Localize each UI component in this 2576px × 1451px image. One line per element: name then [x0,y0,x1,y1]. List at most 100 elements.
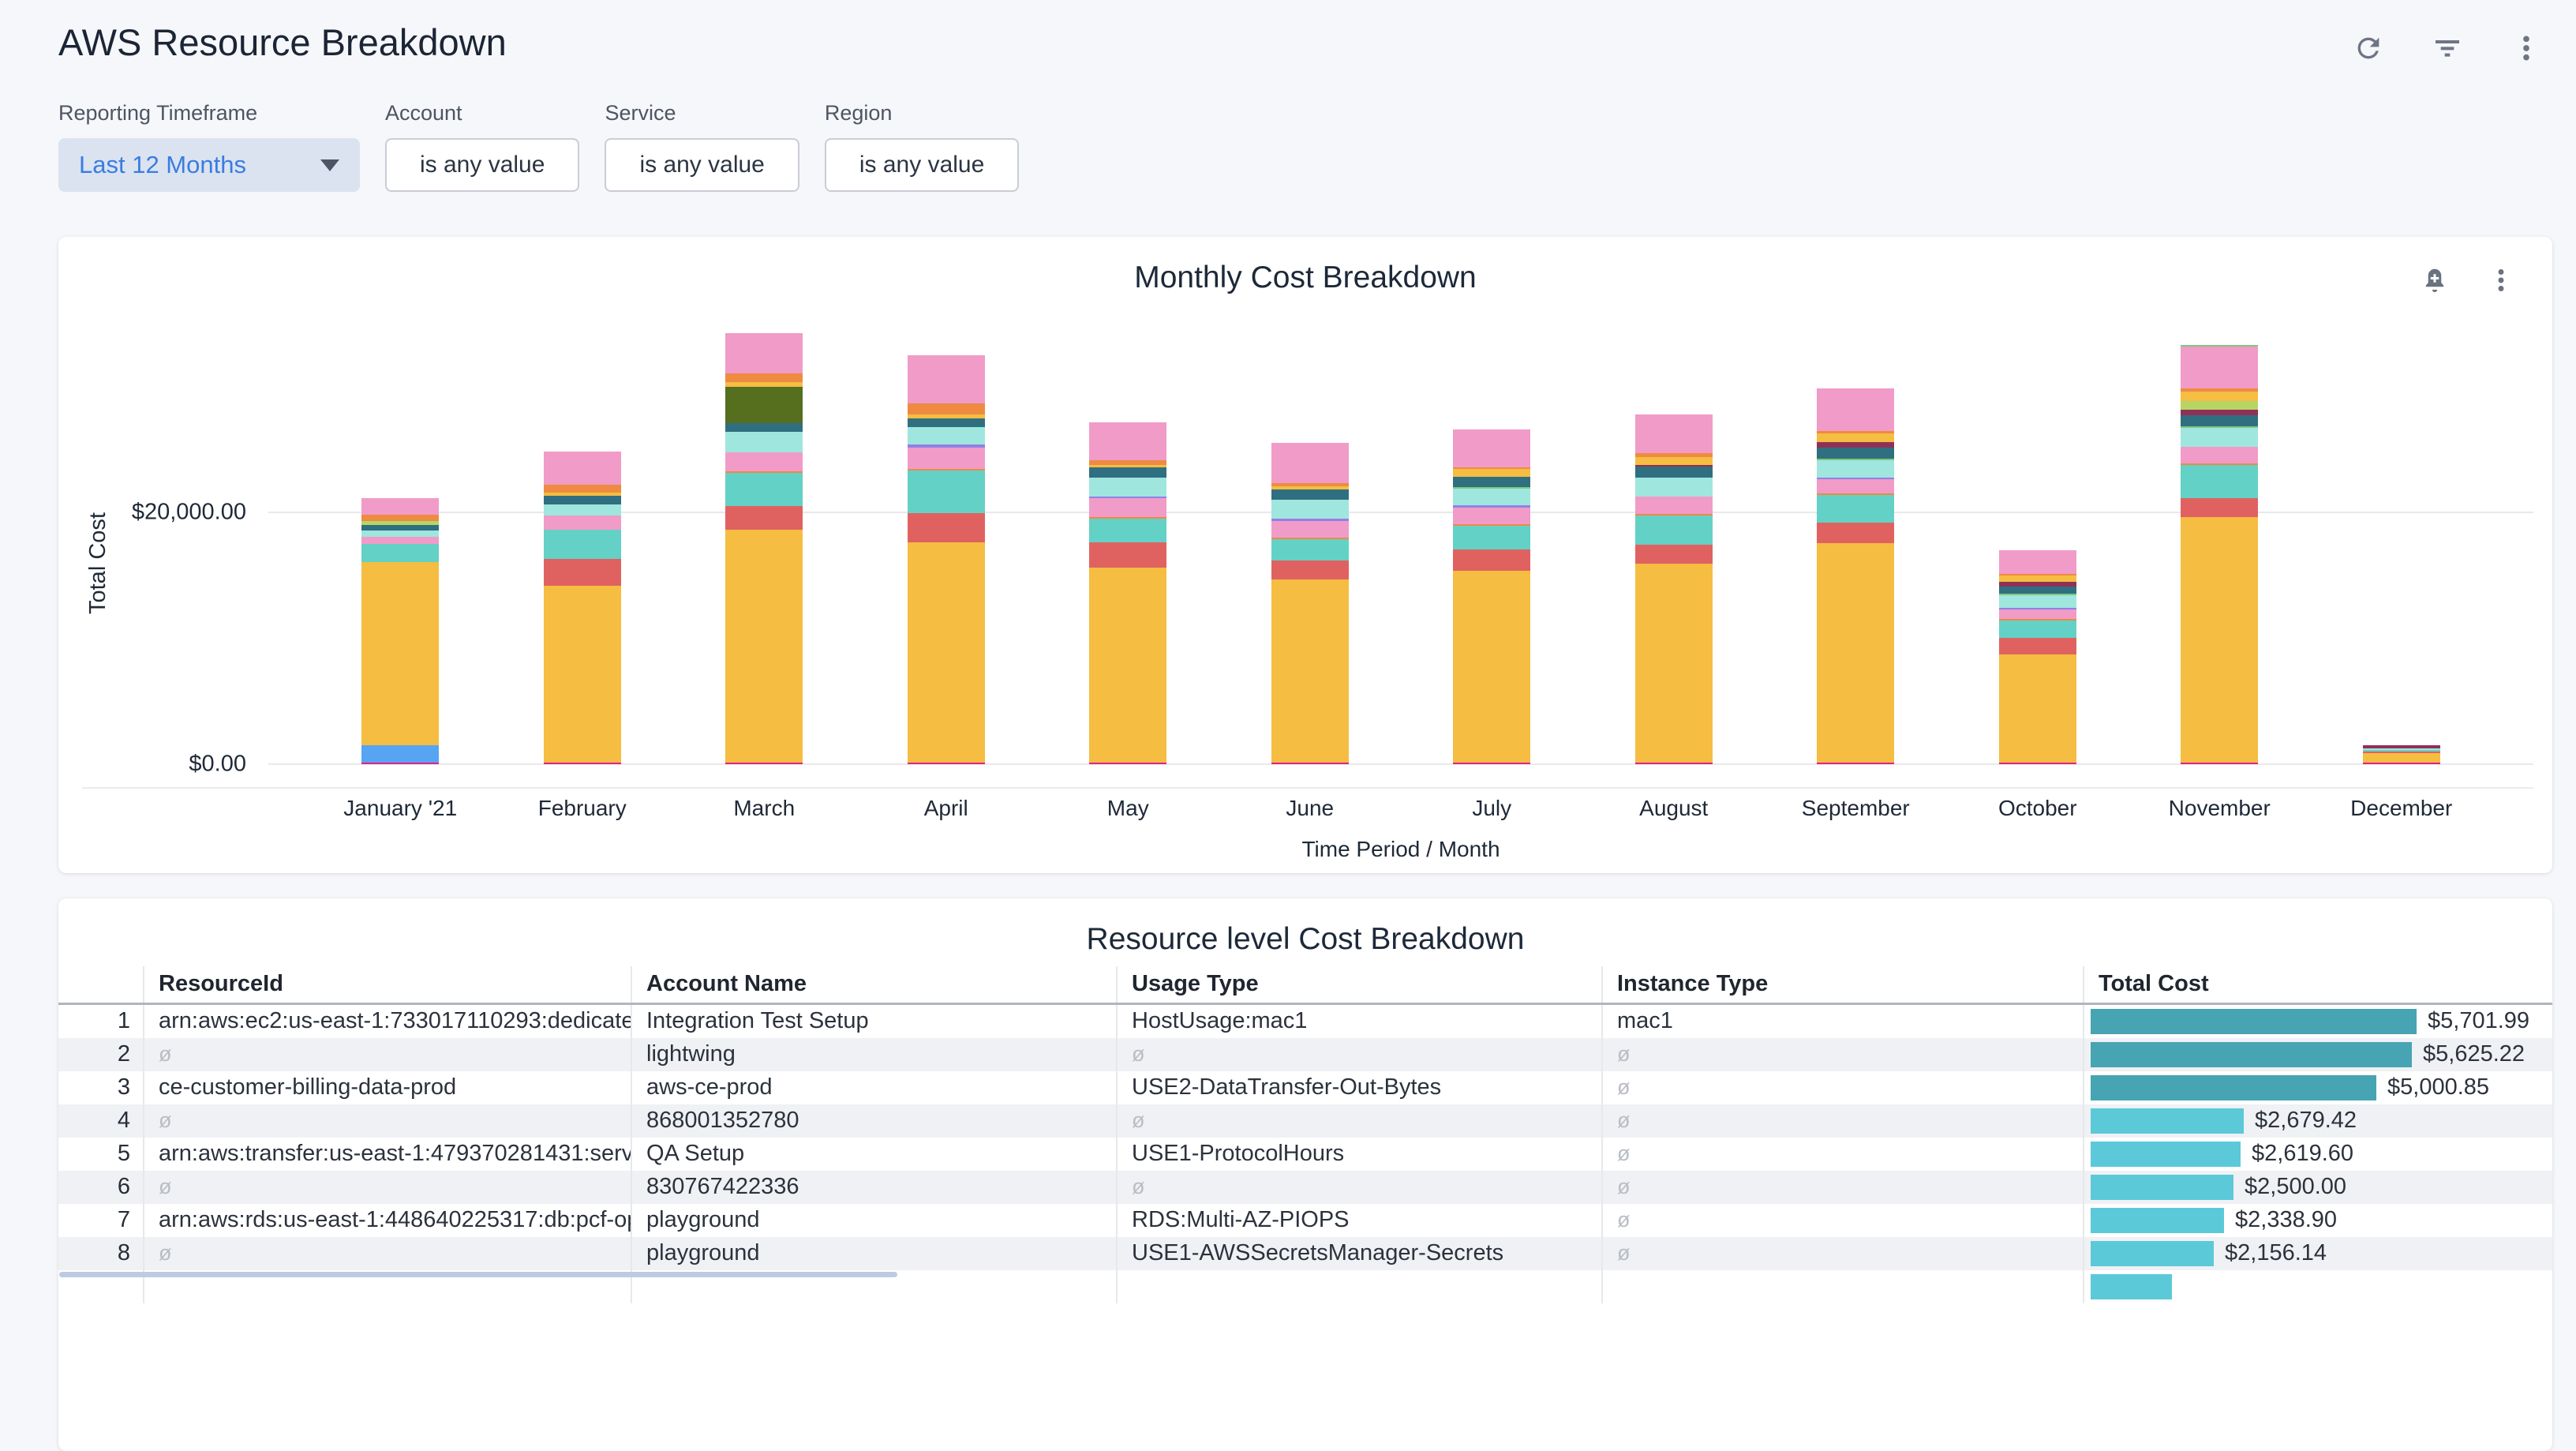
bar-segment-yellow-main[interactable] [908,542,985,763]
bar-segment-cyan[interactable] [1453,489,1530,505]
bar-segment-teal[interactable] [1453,526,1530,549]
bar-segment-yellow-thin[interactable] [1635,457,1713,465]
instance-type-cell[interactable]: ø [1602,1071,2084,1104]
account-name-cell[interactable]: Integration Test Setup [631,1003,1117,1038]
bar-segment-slate[interactable] [1089,467,1166,478]
bar-segment-magenta-base[interactable] [908,763,985,764]
bar-segment-maroon[interactable] [2181,410,2258,415]
bar-segment-red[interactable] [1453,549,1530,571]
instance-type-cell[interactable]: ø [1602,1104,2084,1138]
bar-segment-slate[interactable] [544,496,621,504]
cost-bar[interactable] [2091,1274,2172,1299]
resource-id-cell[interactable]: ce-customer-billing-data-prod [144,1071,631,1104]
usage-type-cell[interactable]: ø [1117,1171,1602,1204]
cost-bar[interactable] [2091,1208,2224,1233]
bar-segment-pink-mid[interactable] [1271,521,1349,538]
bar-segment-cyan[interactable] [361,531,439,537]
stacked-bar[interactable] [908,355,985,764]
stacked-bar[interactable] [2363,745,2440,764]
stacked-bar[interactable] [1817,388,1894,764]
resource-id-cell[interactable]: arn:aws:ec2:us-east-1:733017110293:dedic… [144,1003,631,1038]
bar-segment-orange[interactable] [544,485,621,493]
instance-type-cell[interactable]: ø [1602,1138,2084,1171]
bar-segment-magenta-base[interactable] [2181,763,2258,764]
reporting-timeframe-dropdown[interactable]: Last 12 Months [58,138,360,192]
stacked-bar[interactable] [1635,414,1713,764]
bar-segment-slate[interactable] [1999,587,2076,594]
resource-id-cell[interactable]: ø [144,1104,631,1138]
bar-segment-red[interactable] [1271,561,1349,579]
bar-segment-teal[interactable] [725,473,803,506]
instance-type-cell[interactable]: mac1 [1602,1003,2084,1038]
total-cost-cell[interactable]: $2,619.60 [2084,1138,2552,1171]
bar-segment-cyan[interactable] [1817,460,1894,478]
bar-segment-pink-mid[interactable] [1635,497,1713,514]
total-cost-cell[interactable]: $5,625.22 [2084,1038,2552,1071]
bar-segment-pink-top[interactable] [1089,422,1166,460]
resource-id-cell[interactable]: arn:aws:rds:us-east-1:448640225317:db:pc… [144,1204,631,1237]
bar-segment-magenta-base[interactable] [1999,763,2076,764]
bar-segment-slate[interactable] [361,525,439,531]
bar-segment-yellow-main[interactable] [1271,579,1349,763]
usage-type-cell[interactable]: RDS:Multi-AZ-PIOPS [1117,1204,1602,1237]
bar-segment-yellow-main[interactable] [1999,654,2076,763]
bar-segment-magenta-base[interactable] [2363,763,2440,764]
bar-segment-teal[interactable] [1999,621,2076,638]
bar-segment-slate[interactable] [725,423,803,432]
resource-id-cell[interactable]: ø [144,1038,631,1071]
bar-segment-teal[interactable] [1089,519,1166,542]
bar-segment-red[interactable] [908,513,985,542]
bar-segment-yellow-main[interactable] [1453,571,1530,763]
filter-icon[interactable] [2429,30,2466,66]
usage-type-cell[interactable]: USE2-DataTransfer-Out-Bytes [1117,1071,1602,1104]
resource-id-cell[interactable]: arn:aws:transfer:us-east-1:479370281431:… [144,1138,631,1171]
bar-segment-orange[interactable] [725,373,803,382]
more-vert-icon[interactable] [2483,262,2519,298]
horizontal-scrollbar-thumb[interactable] [59,1272,897,1277]
bar-segment-pink-mid[interactable] [361,537,439,544]
cost-bar[interactable] [2091,1241,2214,1266]
bar-segment-magenta-base[interactable] [1271,763,1349,764]
bar-segment-pink-top[interactable] [908,355,985,403]
total-cost-cell[interactable]: $5,701.99 [2084,1003,2552,1038]
bar-segment-cyan[interactable] [1271,500,1349,519]
bar-segment-yellow-main[interactable] [1817,543,1894,763]
stacked-bar[interactable] [544,452,621,764]
resource-id-cell[interactable]: ø [144,1237,631,1270]
bar-segment-slate[interactable] [1271,489,1349,500]
bar-segment-lime[interactable] [2181,401,2258,410]
bar-segment-teal[interactable] [908,471,985,513]
more-vert-icon[interactable] [2508,30,2544,66]
bar-segment-yellow-main[interactable] [1635,564,1713,763]
cost-bar[interactable] [2091,1009,2417,1034]
bar-segment-yellow-main[interactable] [2181,517,2258,763]
column-header[interactable]: Total Cost [2084,966,2552,1003]
bar-segment-magenta-base[interactable] [725,763,803,764]
region-filter-button[interactable]: is any value [825,138,1019,192]
bar-segment-pink-top[interactable] [1271,443,1349,483]
service-filter-button[interactable]: is any value [605,138,799,192]
bar-segment-magenta-base[interactable] [361,763,439,764]
bar-segment-yellow-main[interactable] [361,562,439,745]
bar-segment-cyan[interactable] [725,432,803,452]
bar-segment-pink-mid[interactable] [2181,447,2258,463]
add-alert-icon[interactable] [2417,262,2453,298]
bar-segment-pink-mid[interactable] [1999,609,2076,619]
cost-bar[interactable] [2091,1142,2241,1167]
refresh-icon[interactable] [2350,30,2387,66]
bar-segment-magenta-base[interactable] [544,763,621,764]
bar-segment-yellow-main[interactable] [544,586,621,763]
cost-bar[interactable] [2091,1108,2244,1134]
bar-segment-magenta-base[interactable] [1635,763,1713,764]
bar-segment-pink-mid[interactable] [1089,498,1166,517]
cost-bar[interactable] [2091,1175,2233,1200]
usage-type-cell[interactable]: ø [1117,1038,1602,1071]
bar-segment-olive[interactable] [725,387,803,423]
bar-segment-yellow-thin[interactable] [1817,433,1894,442]
bar-segment-teal[interactable] [361,544,439,562]
column-header[interactable]: Instance Type [1602,966,2084,1003]
usage-type-cell[interactable]: HostUsage:mac1 [1117,1003,1602,1038]
account-name-cell[interactable]: playground [631,1204,1117,1237]
instance-type-cell[interactable]: ø [1602,1038,2084,1071]
stacked-bar[interactable] [725,333,803,764]
